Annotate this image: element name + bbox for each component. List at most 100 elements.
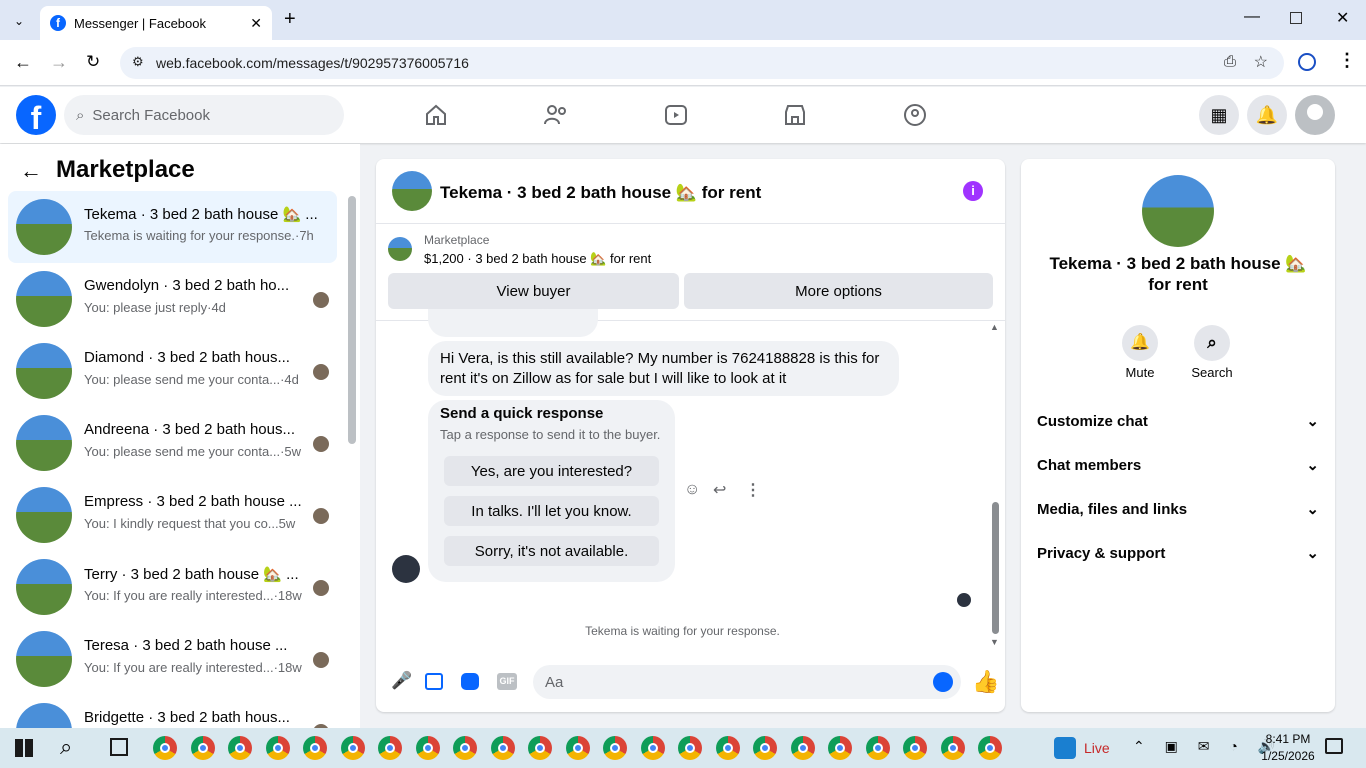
- weather-icon[interactable]: [1054, 737, 1076, 759]
- message-more-icon[interactable]: ⋮: [745, 480, 761, 500]
- quick-option-yes[interactable]: Yes, are you interested?: [444, 456, 659, 486]
- chat-scrollbar[interactable]: [992, 502, 999, 634]
- chrome-taskbar-icon[interactable]: [678, 736, 702, 760]
- customize-chat-section[interactable]: Customize chat ⌄: [1037, 407, 1319, 435]
- task-view-icon[interactable]: [110, 738, 128, 756]
- chrome-taskbar-icon[interactable]: [640, 736, 665, 760]
- listing-detail[interactable]: $1,200 · 3 bed 2 bath house 🏡 for rent: [424, 251, 651, 267]
- marketplace-icon[interactable]: [783, 103, 807, 127]
- conversation-item[interactable]: Teresa · 3 bed 2 bath house ... You: If y…: [8, 623, 337, 695]
- search-box[interactable]: ⌕ Search Facebook: [64, 95, 344, 135]
- restore-icon[interactable]: [1290, 12, 1302, 24]
- reload-icon[interactable]: ↻: [86, 52, 100, 72]
- photo-icon[interactable]: [425, 673, 443, 690]
- chrome-taskbar-icon[interactable]: [490, 736, 515, 760]
- chrome-taskbar-icon[interactable]: [865, 736, 890, 760]
- message-bubble[interactable]: Hi Vera, is this still available? My num…: [428, 341, 899, 396]
- home-icon[interactable]: [424, 103, 448, 127]
- video-icon[interactable]: [664, 103, 688, 127]
- chat-members-section[interactable]: Chat members ⌄: [1037, 451, 1319, 479]
- star-icon[interactable]: ☆: [1254, 52, 1268, 72]
- search-conversation-button[interactable]: ⌕: [1194, 325, 1230, 361]
- reply-icon[interactable]: ↩: [713, 480, 726, 500]
- browser-menu-icon[interactable]: ⋮: [1338, 50, 1356, 71]
- info-icon[interactable]: i: [963, 181, 983, 201]
- friends-icon[interactable]: [543, 103, 569, 127]
- clock-time[interactable]: 8:41 PM: [1258, 732, 1318, 746]
- chrome-taskbar-icon[interactable]: [903, 736, 927, 760]
- forward-icon[interactable]: →: [50, 52, 68, 73]
- chrome-taskbar-icon[interactable]: [340, 736, 365, 760]
- facebook-logo-icon[interactable]: f: [16, 95, 56, 135]
- chrome-taskbar-icon[interactable]: [228, 736, 252, 760]
- chrome-taskbar-icon[interactable]: [415, 736, 440, 760]
- chrome-taskbar-icon[interactable]: [828, 736, 852, 760]
- chrome-taskbar-icon[interactable]: [565, 736, 590, 760]
- windows-start-icon[interactable]: [15, 739, 33, 757]
- react-icon[interactable]: ☺: [684, 481, 700, 499]
- taskbar-search-icon[interactable]: ⌕: [60, 734, 72, 760]
- chrome-taskbar-icon[interactable]: [303, 736, 327, 760]
- chrome-taskbar-icon[interactable]: [528, 736, 552, 760]
- chrome-taskbar-icon[interactable]: [378, 736, 402, 760]
- tab-search-icon[interactable]: ⌄: [8, 10, 30, 32]
- sticker-icon[interactable]: [461, 673, 479, 690]
- scrollbar[interactable]: [348, 196, 356, 444]
- chrome-taskbar-icon[interactable]: [715, 736, 740, 760]
- sender-avatar[interactable]: [392, 555, 420, 583]
- conversation-item[interactable]: Empress · 3 bed 2 bath house ... You: I k…: [8, 479, 337, 551]
- minimize-icon[interactable]: —: [1244, 8, 1260, 26]
- clock-date[interactable]: 1/25/2026: [1253, 749, 1323, 763]
- media-files-links-section[interactable]: Media, files and links ⌄: [1037, 495, 1319, 523]
- conversation-item[interactable]: Andreena · 3 bed 2 bath hous... You: plea…: [8, 407, 337, 479]
- chrome-taskbar-icon[interactable]: [940, 736, 965, 760]
- chrome-taskbar-icon[interactable]: [790, 736, 815, 760]
- privacy-support-section[interactable]: Privacy & support ⌄: [1037, 539, 1319, 567]
- scroll-down-icon[interactable]: ▼: [990, 637, 999, 647]
- notifications-icon[interactable]: 🔔: [1247, 95, 1287, 135]
- like-icon[interactable]: 👍: [972, 669, 999, 695]
- notification-center-icon[interactable]: [1325, 738, 1343, 754]
- chrome-taskbar-icon[interactable]: [603, 736, 627, 760]
- chrome-taskbar-icon[interactable]: [453, 736, 477, 760]
- microphone-icon[interactable]: 🎤: [391, 671, 412, 691]
- close-tab-icon[interactable]: ✕: [250, 15, 262, 32]
- quick-option-sorry[interactable]: Sorry, it's not available.: [444, 536, 659, 566]
- search-label: Search: [1191, 365, 1233, 380]
- url-bar[interactable]: ⚙ web.facebook.com/messages/t/9029573760…: [120, 47, 1284, 79]
- chrome-taskbar-icon[interactable]: [190, 736, 215, 760]
- chrome-taskbar-icon[interactable]: [265, 736, 290, 760]
- conversation-item[interactable]: Terry · 3 bed 2 bath house 🏡 ... You: If …: [8, 551, 337, 623]
- mute-button[interactable]: 🔔: [1122, 325, 1158, 361]
- groups-icon[interactable]: [903, 103, 927, 127]
- gif-icon[interactable]: GIF: [497, 673, 517, 690]
- conversation-item[interactable]: Bridgette · 3 bed 2 bath hous...: [8, 695, 337, 728]
- browser-tab[interactable]: f Messenger | Facebook ✕: [40, 6, 272, 40]
- conversation-item[interactable]: Tekema · 3 bed 2 bath house 🏡 ... Tekema …: [8, 191, 337, 263]
- quick-option-talks[interactable]: In talks. I'll let you know.: [444, 496, 659, 526]
- back-icon[interactable]: ←: [14, 52, 32, 73]
- scroll-up-icon[interactable]: ▲: [990, 322, 999, 332]
- weather-label[interactable]: Live: [1084, 740, 1110, 756]
- site-info-icon[interactable]: ⚙: [132, 54, 144, 70]
- more-options-button[interactable]: More options: [684, 273, 993, 309]
- view-buyer-button[interactable]: View buyer: [388, 273, 679, 309]
- chrome-taskbar-icon[interactable]: [978, 736, 1002, 760]
- chrome-taskbar-icon[interactable]: [153, 736, 177, 760]
- new-tab-icon[interactable]: +: [284, 8, 296, 31]
- profile-icon[interactable]: [1298, 53, 1316, 71]
- conversation-item[interactable]: Gwendolyn · 3 bed 2 bath ho... You: pleas…: [8, 263, 337, 335]
- chat-title[interactable]: Tekema · 3 bed 2 bath house 🏡 for rent: [440, 183, 761, 203]
- conversation-item[interactable]: Diamond · 3 bed 2 bath hous... You: pleas…: [8, 335, 337, 407]
- menu-grid-icon[interactable]: ▦: [1199, 95, 1239, 135]
- listing-thumb[interactable]: [388, 237, 412, 261]
- message-input[interactable]: Aa: [533, 665, 961, 699]
- profile-photo[interactable]: [1142, 175, 1214, 247]
- close-window-icon[interactable]: ✕: [1336, 8, 1349, 28]
- install-icon[interactable]: ⎙: [1224, 53, 1236, 70]
- account-avatar[interactable]: [1295, 95, 1335, 135]
- back-arrow-icon[interactable]: ←: [20, 158, 42, 184]
- chat-avatar[interactable]: [392, 171, 432, 211]
- chrome-taskbar-icon[interactable]: [753, 736, 777, 760]
- emoji-icon[interactable]: [933, 672, 953, 692]
